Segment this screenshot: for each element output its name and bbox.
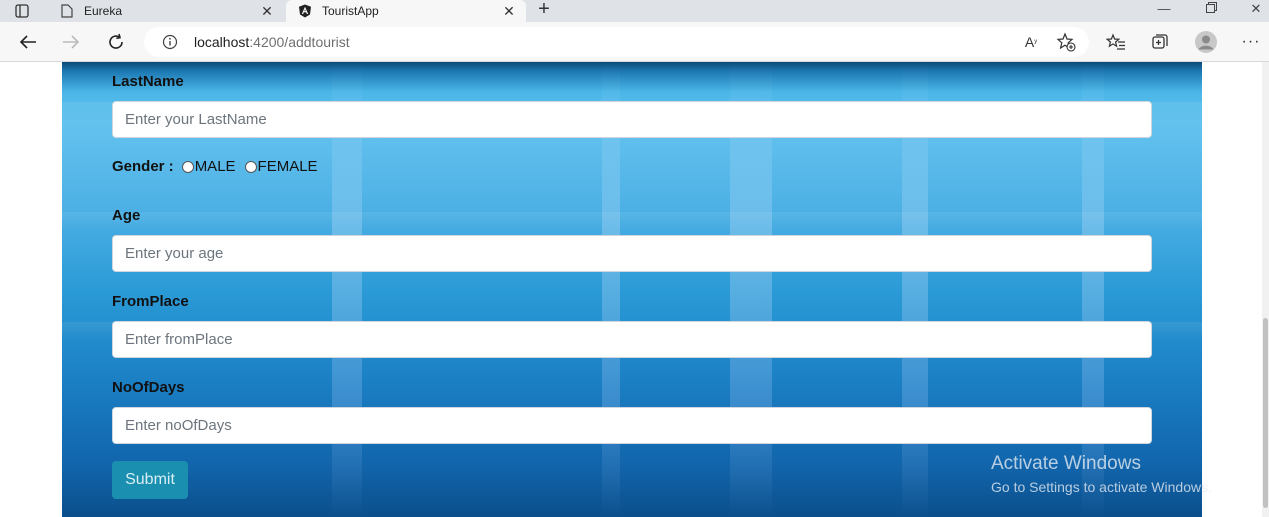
forward-arrow-icon[interactable] xyxy=(56,28,86,56)
lastname-label: LastName xyxy=(112,73,184,90)
fromplace-input[interactable] xyxy=(112,321,1152,358)
noofdays-input[interactable] xyxy=(112,407,1152,444)
new-tab-icon[interactable]: + xyxy=(532,0,556,22)
lastname-input[interactable] xyxy=(112,101,1152,138)
more-menu-icon[interactable]: ··· xyxy=(1238,29,1264,55)
tab-eureka[interactable]: Eureka ✕ xyxy=(48,0,284,22)
water-ripple xyxy=(62,212,1202,230)
collections-icon[interactable] xyxy=(1147,29,1173,55)
age-input[interactable] xyxy=(112,235,1152,272)
age-label: Age xyxy=(112,207,141,224)
gender-row: Gender : MALE FEMALE xyxy=(112,158,327,175)
address-bar[interactable]: localhost:4200/addtourist xyxy=(144,27,1089,57)
female-radio-label[interactable]: FEMALE xyxy=(258,158,318,175)
noofdays-label: NoOfDays xyxy=(112,379,185,396)
browser-toolbar: localhost:4200/addtourist Aʸ ··· xyxy=(0,22,1269,62)
refresh-icon[interactable] xyxy=(101,28,131,56)
close-icon[interactable]: ✕ xyxy=(256,3,278,20)
male-radio[interactable] xyxy=(181,160,194,173)
watermark-subtitle: Go to Settings to activate Windows. xyxy=(991,479,1212,495)
read-aloud-icon[interactable]: Aʸ xyxy=(1018,29,1044,55)
submit-button[interactable]: Submit xyxy=(112,461,188,499)
url-host: localhost xyxy=(194,34,250,50)
url-path: :4200/addtourist xyxy=(249,34,350,50)
page-icon xyxy=(60,4,74,18)
close-window-icon[interactable]: ✕ xyxy=(1233,0,1269,22)
page-content: LastName Gender : MALE FEMALE Age FromPl… xyxy=(0,62,1269,517)
scrollbar-thumb[interactable] xyxy=(1263,318,1268,508)
profile-avatar-icon[interactable] xyxy=(1193,29,1219,55)
activate-windows-watermark: Activate Windows Go to Settings to activ… xyxy=(991,453,1212,495)
male-radio-label[interactable]: MALE xyxy=(195,158,236,175)
tab-touristapp[interactable]: TouristApp ✕ xyxy=(286,0,526,22)
female-radio[interactable] xyxy=(244,160,257,173)
watermark-title: Activate Windows xyxy=(991,453,1141,474)
add-favorite-icon[interactable] xyxy=(1053,29,1079,55)
back-arrow-icon[interactable] xyxy=(13,28,43,56)
tab-actions-icon[interactable] xyxy=(0,0,44,22)
info-icon[interactable] xyxy=(162,34,178,50)
page-scrollbar[interactable] xyxy=(1262,62,1269,517)
angular-icon xyxy=(298,4,312,18)
restore-icon[interactable] xyxy=(1188,0,1234,22)
tab-bar: Eureka ✕ TouristApp ✕ + — ✕ xyxy=(0,0,1269,22)
favorites-icon[interactable] xyxy=(1103,29,1129,55)
gender-label: Gender : xyxy=(112,158,174,175)
url-text[interactable]: localhost:4200/addtourist xyxy=(194,34,350,50)
minimize-icon[interactable]: — xyxy=(1141,0,1187,22)
tab-title: TouristApp xyxy=(322,4,379,18)
tab-title: Eureka xyxy=(84,4,123,18)
fromplace-label: FromPlace xyxy=(112,293,189,310)
close-icon[interactable]: ✕ xyxy=(498,3,520,20)
